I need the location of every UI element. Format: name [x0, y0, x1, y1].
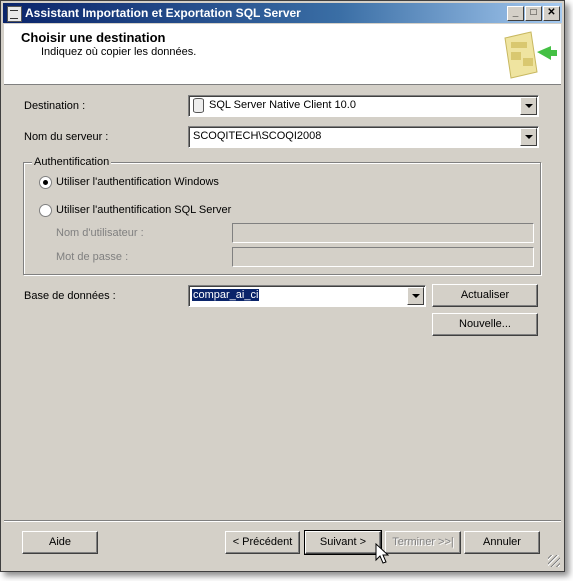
- username-label: Nom d'utilisateur :: [56, 227, 144, 239]
- sql-auth-radio[interactable]: [39, 204, 52, 217]
- windows-auth-radio[interactable]: [39, 176, 52, 189]
- cancel-button[interactable]: Annuler: [464, 531, 540, 554]
- database-provider-icon: [193, 98, 204, 113]
- footer-separator: [4, 520, 561, 522]
- minimize-button[interactable]: _: [507, 6, 524, 21]
- server-value[interactable]: SCOQITECH\SCOQI2008: [193, 130, 321, 142]
- page-subtitle: Indiquez où copier les données.: [41, 46, 197, 58]
- resize-grip[interactable]: [548, 555, 560, 567]
- destination-select[interactable]: SQL Server Native Client 10.0: [188, 95, 539, 117]
- server-label: Nom du serveur :: [24, 131, 109, 143]
- password-label: Mot de passe :: [56, 251, 129, 263]
- page-title: Choisir une destination: [21, 30, 166, 45]
- database-label: Base de données :: [24, 290, 116, 302]
- database-value[interactable]: compar_ai_ci: [192, 289, 260, 301]
- finish-button[interactable]: Terminer >>|: [385, 531, 461, 554]
- password-input[interactable]: [232, 247, 534, 267]
- wizard-window: Assistant Importation et Exportation SQL…: [0, 0, 565, 572]
- refresh-button[interactable]: Actualiser: [432, 284, 538, 307]
- database-combo[interactable]: compar_ai_ci: [188, 285, 426, 307]
- help-button[interactable]: Aide: [22, 531, 98, 554]
- server-combo[interactable]: SCOQITECH\SCOQI2008: [188, 126, 539, 148]
- wizard-header-icon: [504, 31, 557, 79]
- authentication-legend: Authentification: [32, 156, 112, 168]
- chevron-down-icon[interactable]: [520, 128, 537, 146]
- wizard-header: Choisir une destination Indiquez où copi…: [4, 24, 561, 85]
- window-title: Assistant Importation et Exportation SQL…: [25, 6, 301, 20]
- next-button[interactable]: Suivant >: [304, 530, 382, 555]
- close-button[interactable]: ✕: [543, 6, 560, 21]
- windows-auth-label[interactable]: Utiliser l'authentification Windows: [56, 176, 219, 188]
- title-bar[interactable]: Assistant Importation et Exportation SQL…: [3, 3, 562, 23]
- destination-value: SQL Server Native Client 10.0: [209, 99, 356, 111]
- chevron-down-icon[interactable]: [407, 287, 424, 305]
- new-database-button[interactable]: Nouvelle...: [432, 313, 538, 336]
- sql-auth-label[interactable]: Utiliser l'authentification SQL Server: [56, 204, 231, 216]
- previous-button[interactable]: < Précédent: [225, 531, 300, 554]
- app-icon: [7, 6, 22, 22]
- mouse-cursor-icon: [375, 543, 389, 564]
- username-input[interactable]: [232, 223, 534, 243]
- destination-label: Destination :: [24, 100, 86, 112]
- maximize-button[interactable]: □: [525, 6, 542, 21]
- chevron-down-icon[interactable]: [520, 97, 537, 115]
